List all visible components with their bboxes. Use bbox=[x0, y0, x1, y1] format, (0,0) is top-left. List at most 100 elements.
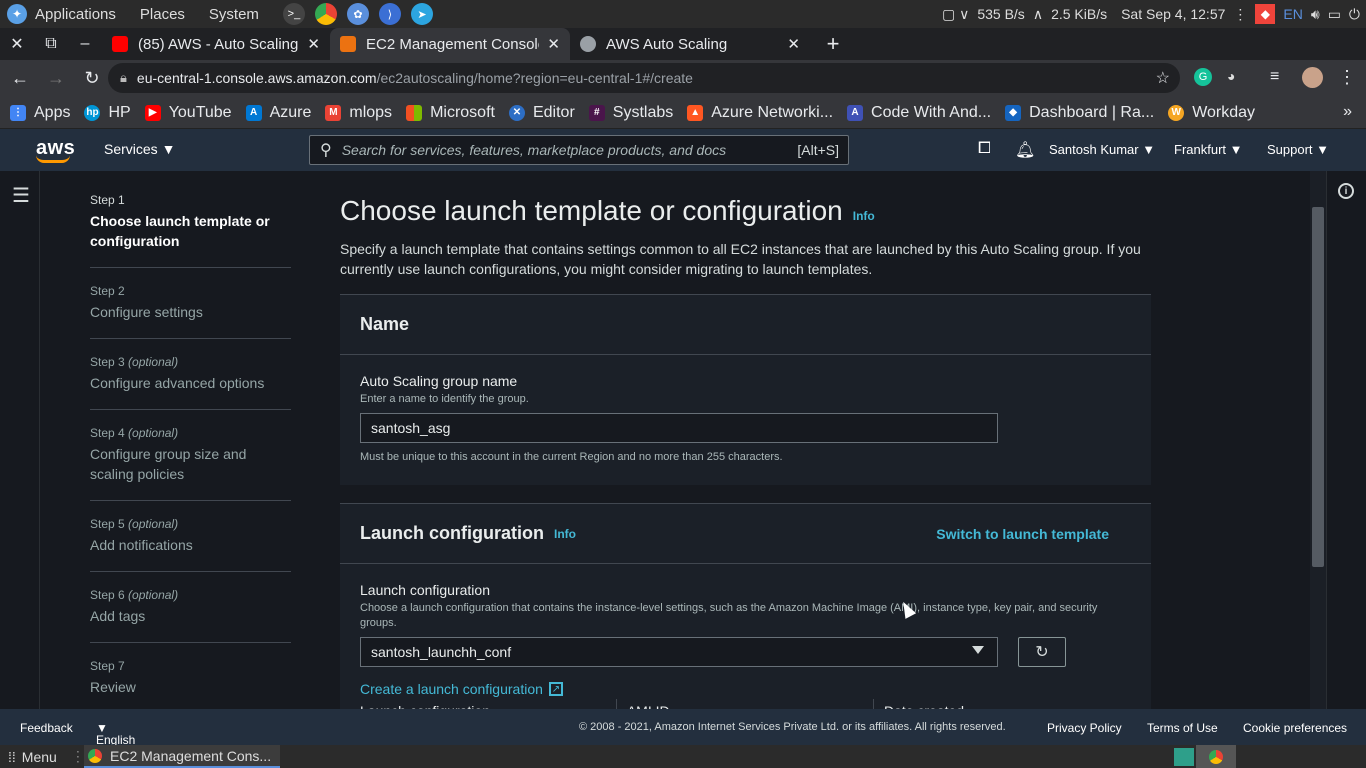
app-launcher-icon[interactable]: ✿ bbox=[346, 3, 369, 25]
workspace-1-icon[interactable] bbox=[1174, 748, 1194, 766]
language-selector[interactable]: English (US) ▼ bbox=[96, 721, 135, 761]
info-circle-icon[interactable]: i bbox=[1338, 183, 1354, 199]
bell-icon[interactable]: 🔔︎ bbox=[1015, 140, 1035, 160]
feedback-link[interactable]: Feedback bbox=[20, 721, 73, 735]
gmail-icon: M bbox=[325, 104, 342, 121]
workspace-2-icon[interactable] bbox=[1196, 745, 1236, 768]
menu-dots-icon[interactable]: ⋮ bbox=[1233, 6, 1247, 23]
terms-of-use-link[interactable]: Terms of Use bbox=[1147, 721, 1218, 735]
window-minimize-icon[interactable]: – bbox=[68, 28, 102, 60]
info-link[interactable]: Info bbox=[853, 209, 875, 223]
tab-close-icon[interactable]: ✕ bbox=[787, 35, 800, 53]
bookmark-azure-networking[interactable]: ▲ Azure Networki... bbox=[687, 104, 833, 122]
aws-smile-icon bbox=[36, 155, 70, 163]
services-menu[interactable]: Services ▼ bbox=[104, 141, 175, 157]
address-bar[interactable]: 🔒︎ eu-central-1.console.aws.amazon.com/e… bbox=[108, 63, 1180, 93]
tab-aws-auto-scaling[interactable]: AWS Auto Scaling ✕ bbox=[570, 28, 810, 60]
switch-to-launch-template-link[interactable]: Switch to launch template bbox=[936, 526, 1109, 542]
media-control-icon[interactable]: ≡ bbox=[1270, 68, 1279, 86]
window-close-icon[interactable]: ✕ bbox=[0, 28, 34, 60]
step-6[interactable]: Step 6 (optional) Add tags bbox=[90, 588, 291, 643]
step-4[interactable]: Step 4 (optional) Configure group size a… bbox=[90, 426, 291, 501]
cloudshell-icon[interactable]: ⧠ bbox=[978, 140, 991, 158]
bookmark-editor[interactable]: ✕ Editor bbox=[508, 104, 575, 122]
aws-search-input[interactable]: ⚲ Search for services, features, marketp… bbox=[309, 135, 849, 165]
power-icon[interactable]: ⏻ bbox=[1349, 6, 1360, 23]
refresh-button[interactable]: ↻ bbox=[1018, 637, 1066, 667]
console-sidebar-strip: ☰ bbox=[0, 171, 40, 709]
support-menu[interactable]: Support ▼ bbox=[1267, 142, 1329, 157]
bookmark-microsoft[interactable]: Microsoft bbox=[406, 104, 495, 122]
bookmark-workday[interactable]: W Workday bbox=[1168, 104, 1255, 122]
os-menu-system[interactable]: System bbox=[209, 6, 259, 23]
step-1[interactable]: Step 1 Choose launch template or configu… bbox=[90, 193, 291, 268]
tab-ec2-console[interactable]: EC2 Management Console ✕ bbox=[330, 28, 570, 60]
vscode-launcher-icon[interactable]: ⟩ bbox=[378, 3, 401, 25]
privacy-policy-link[interactable]: Privacy Policy bbox=[1047, 721, 1122, 735]
os-logo-icon[interactable]: ✦ bbox=[7, 4, 27, 24]
bookmark-dashboard[interactable]: ◆ Dashboard | Ra... bbox=[1005, 104, 1154, 122]
hamburger-menu-icon[interactable]: ☰ bbox=[12, 183, 30, 208]
profile-avatar[interactable] bbox=[1302, 67, 1323, 88]
anydesk-tray-icon[interactable]: ◆ bbox=[1255, 4, 1276, 24]
telegram-launcher-icon[interactable]: ➤ bbox=[410, 3, 433, 25]
bookmark-systlabs[interactable]: # Systlabs bbox=[588, 104, 673, 122]
asg-name-input[interactable]: santosh_asg bbox=[360, 413, 998, 443]
external-link-icon: ↗ bbox=[548, 682, 563, 696]
column-header-ami-id: AMI ID bbox=[617, 699, 874, 709]
create-launch-configuration-link[interactable]: Create a launch configuration ↗ bbox=[360, 681, 1131, 697]
asg-name-label: Auto Scaling group name bbox=[360, 373, 518, 389]
chrome-icon bbox=[88, 748, 102, 763]
bookmark-azure[interactable]: A Azure bbox=[245, 104, 311, 122]
step-label: Add tags bbox=[90, 608, 146, 624]
azure-icon: A bbox=[245, 104, 262, 121]
bookmark-apps[interactable]: ⋮ Apps bbox=[10, 104, 70, 122]
net-up-arrow-icon: ∧ bbox=[1032, 5, 1044, 22]
step-7[interactable]: Step 7 Review bbox=[90, 659, 291, 709]
grammarly-extension-icon[interactable]: G bbox=[1194, 68, 1212, 86]
bookmark-code-with-and[interactable]: A Code With And... bbox=[847, 104, 991, 122]
tab-close-icon[interactable]: ✕ bbox=[547, 35, 560, 53]
launch-configuration-select[interactable]: santosh_launchh_conf bbox=[360, 637, 998, 667]
tab-youtube[interactable]: (85) AWS - Auto Scaling G ✕ bbox=[102, 28, 330, 60]
bookmark-hp[interactable]: hp HP bbox=[84, 104, 131, 122]
step-2[interactable]: Step 2 Configure settings bbox=[90, 284, 291, 339]
step-3[interactable]: Step 3 (optional) Configure advanced opt… bbox=[90, 355, 291, 410]
bookmark-mlops[interactable]: Mmlops bbox=[325, 104, 392, 122]
bookmark-star-icon[interactable]: ☆ bbox=[1156, 68, 1170, 88]
lock-icon[interactable]: 🔒︎ bbox=[120, 70, 127, 86]
new-tab-icon[interactable]: + bbox=[816, 28, 850, 60]
volume-icon[interactable]: 🔊︎ bbox=[1311, 6, 1320, 23]
step-number: Step 4 (optional) bbox=[90, 426, 179, 440]
taskbar-menu[interactable]: Menu bbox=[22, 749, 57, 765]
bookmark-youtube[interactable]: ▶ YouTube bbox=[144, 103, 232, 122]
cookie-preferences-link[interactable]: Cookie preferences bbox=[1243, 721, 1347, 735]
os-menu-places[interactable]: Places bbox=[140, 6, 185, 23]
tab-close-icon[interactable]: ✕ bbox=[307, 35, 320, 53]
step-5[interactable]: Step 5 (optional) Add notifications bbox=[90, 517, 291, 572]
display-icon[interactable]: ▭ bbox=[1328, 6, 1341, 23]
browser-menu-icon[interactable]: ⋮ bbox=[1338, 67, 1356, 88]
window-restore-icon[interactable]: ⧉ bbox=[34, 28, 68, 60]
user-menu[interactable]: Santosh Kumar ▼ bbox=[1049, 142, 1155, 157]
terminal-launcher-icon[interactable]: >_ bbox=[282, 3, 305, 25]
page-scrollbar-thumb[interactable] bbox=[1312, 207, 1324, 567]
reload-icon[interactable]: ↻ bbox=[76, 63, 108, 95]
slack-icon: # bbox=[588, 104, 605, 121]
back-icon[interactable]: ← bbox=[4, 63, 36, 95]
column-header-date-created: Date created bbox=[874, 699, 1131, 709]
menu-grid-icon[interactable]: ⁞⁞ bbox=[8, 749, 16, 765]
spy-extension-icon[interactable]: ◕ bbox=[1227, 68, 1245, 86]
chrome-launcher-icon[interactable] bbox=[314, 3, 337, 25]
more-bookmarks-icon[interactable]: » bbox=[1343, 103, 1352, 121]
aws-logo[interactable]: aws bbox=[36, 137, 75, 163]
lc-info-link[interactable]: Info bbox=[554, 527, 576, 541]
forward-icon[interactable]: → bbox=[40, 63, 72, 95]
os-menu-applications[interactable]: Applications bbox=[35, 6, 116, 23]
clock[interactable]: Sat Sep 4, 12:57 bbox=[1121, 6, 1225, 22]
taskbar-chrome-task[interactable]: EC2 Management Cons... bbox=[84, 745, 280, 768]
region-menu[interactable]: Frankfurt ▼ bbox=[1174, 142, 1243, 157]
bookmark-label: YouTube bbox=[168, 103, 232, 121]
keyboard-layout[interactable]: EN bbox=[1283, 6, 1302, 22]
support-label: Support bbox=[1267, 142, 1313, 157]
